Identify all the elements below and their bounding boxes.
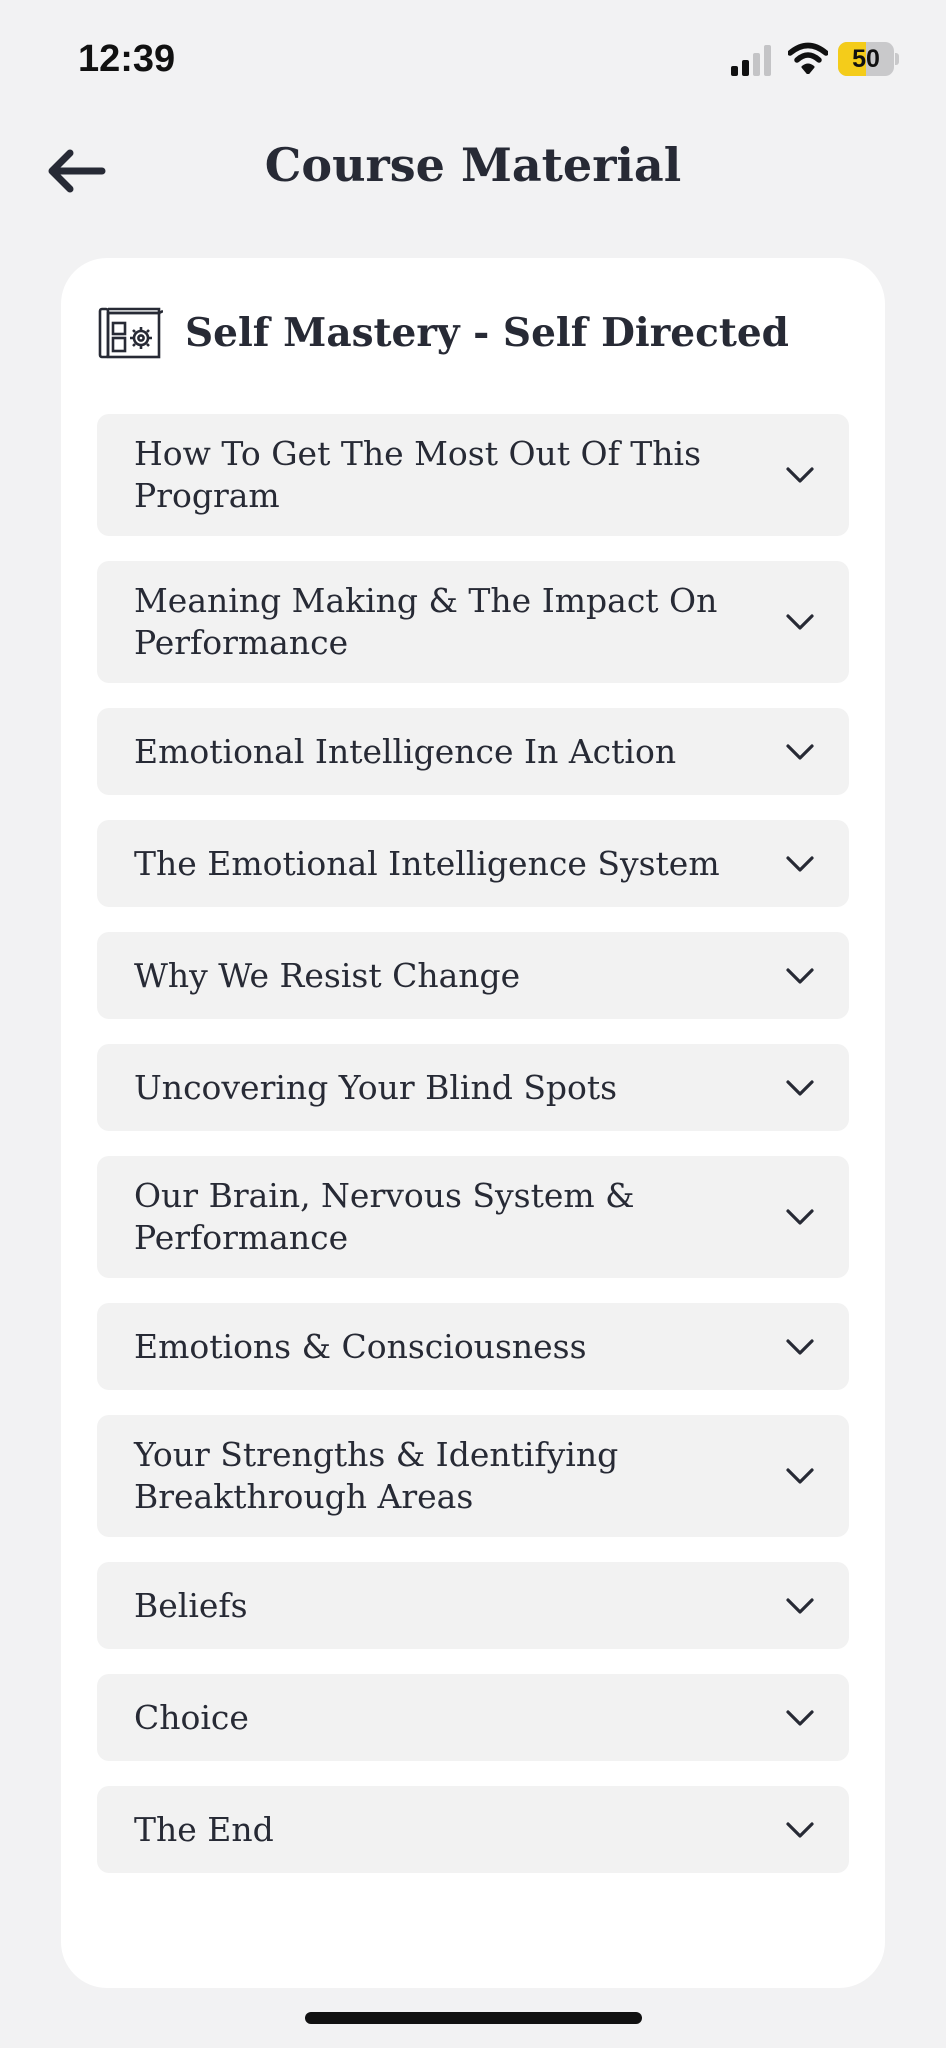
module-item[interactable]: Our Brain, Nervous System & Performance [97,1156,849,1278]
header: Course Material [0,120,946,220]
module-label: Meaning Making & The Impact On Performan… [134,581,718,662]
module-item[interactable]: How To Get The Most Out Of This Program [97,414,849,536]
module-item[interactable]: The Emotional Intelligence System [97,820,849,907]
chevron-down-icon [786,614,814,630]
module-item[interactable]: Beliefs [97,1562,849,1649]
course-blueprint-gear-icon [98,307,163,359]
module-label: Uncovering Your Blind Spots [134,1067,618,1107]
chevron-down-icon [786,467,814,483]
module-item[interactable]: Choice [97,1674,849,1761]
module-list: How To Get The Most Out Of This Program … [97,414,849,1898]
module-label: Our Brain, Nervous System & Performance [134,1176,635,1257]
home-indicator[interactable] [305,2012,642,2024]
chevron-down-icon [786,1209,814,1225]
module-label: How To Get The Most Out Of This Program [134,434,702,515]
module-item[interactable]: Your Strengths & Identifying Breakthroug… [97,1415,849,1537]
course-title: Self Mastery - Self Directed [185,310,789,356]
module-item[interactable]: Why We Resist Change [97,932,849,1019]
course-header: Self Mastery - Self Directed [97,302,857,364]
module-label: Your Strengths & Identifying Breakthroug… [134,1435,619,1516]
status-bar: 12:39 50 [0,0,946,120]
battery-level: 50 [852,45,880,73]
chevron-down-icon [786,855,814,872]
battery-indicator: 50 [838,42,899,76]
chevron-down-icon [786,967,814,984]
module-item[interactable]: The End [97,1786,849,1873]
chevron-down-icon [786,1709,814,1726]
module-item[interactable]: Emotions & Consciousness [97,1303,849,1390]
module-item[interactable]: Emotional Intelligence In Action [97,708,849,795]
wifi-icon [788,42,828,74]
module-label: The End [134,1809,274,1849]
module-label: Emotions & Consciousness [134,1326,587,1366]
chevron-down-icon [786,1468,814,1484]
module-label: The Emotional Intelligence System [134,843,720,883]
chevron-down-icon [786,1338,814,1355]
module-label: Choice [134,1697,249,1737]
status-time: 12:39 [78,38,176,80]
chevron-down-icon [786,1079,814,1096]
course-card: Self Mastery - Self Directed How To Get … [61,258,885,1988]
chevron-down-icon [786,1597,814,1614]
page-title: Course Material [264,138,682,192]
chevron-down-icon [786,743,814,760]
module-item[interactable]: Meaning Making & The Impact On Performan… [97,561,849,683]
module-label: Emotional Intelligence In Action [134,731,677,771]
chevron-down-icon [786,1821,814,1838]
module-item[interactable]: Uncovering Your Blind Spots [97,1044,849,1131]
module-label: Why We Resist Change [134,955,521,995]
cellular-signal-icon [731,45,771,76]
module-label: Beliefs [134,1585,248,1625]
